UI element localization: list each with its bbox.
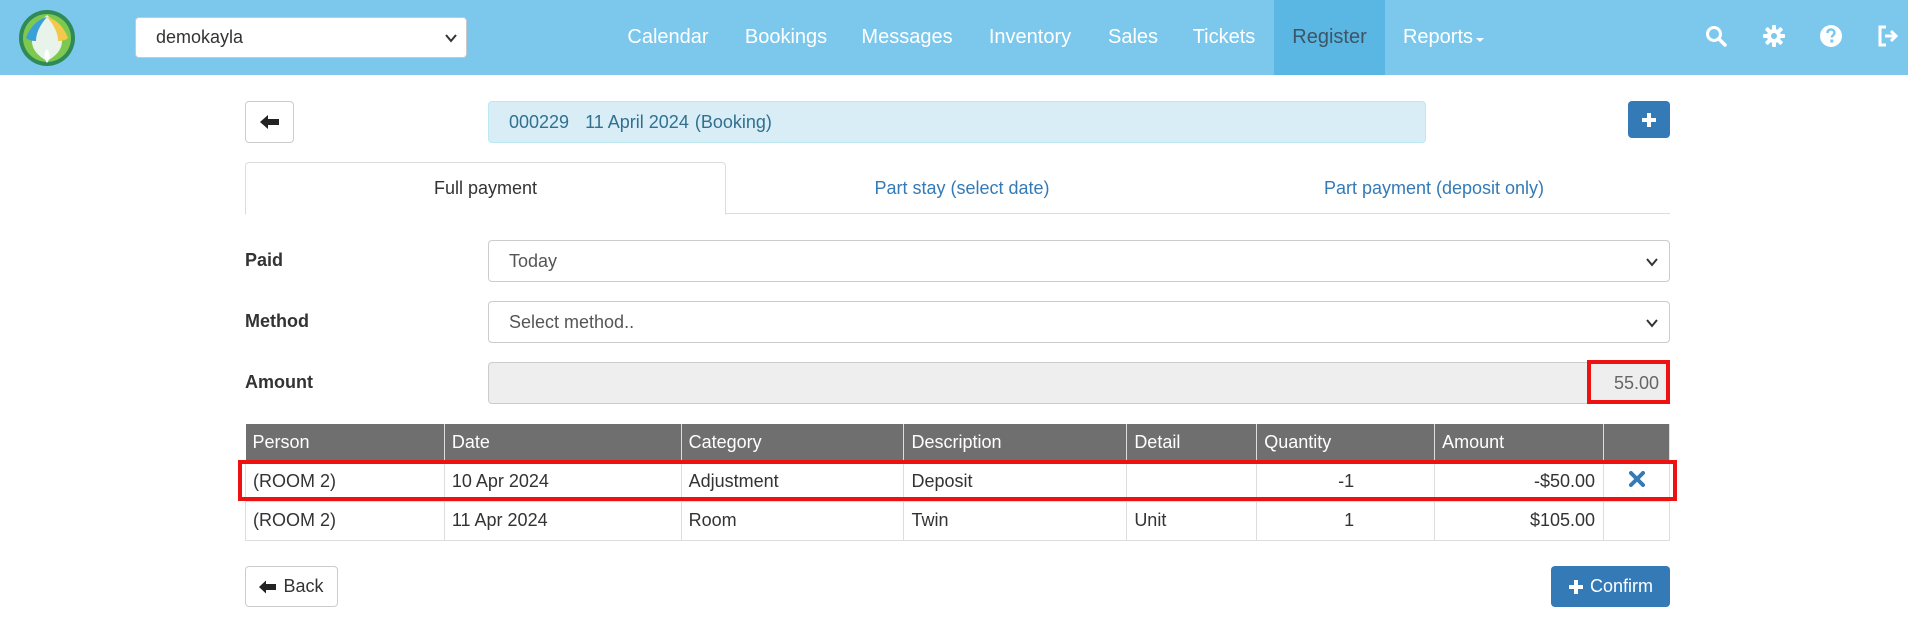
organization-select[interactable]: demokayla [135, 17, 467, 58]
chevron-down-icon [445, 34, 457, 43]
method-select[interactable]: Select method.. [488, 301, 1670, 343]
column-header-description: Description [903, 424, 1128, 462]
confirm-button-label: Confirm [1589, 576, 1653, 596]
gear-icon[interactable] [1762, 24, 1786, 48]
column-header-actions [1603, 424, 1670, 462]
column-header-quantity: Quantity [1256, 424, 1436, 462]
search-icon[interactable] [1704, 24, 1728, 48]
booking-number: 000229 [509, 111, 570, 132]
chevron-down-icon [1646, 319, 1658, 328]
nav-reports[interactable]: Reports [1398, 0, 1490, 75]
back-arrow-button[interactable] [245, 101, 294, 143]
nav-sales[interactable]: Sales [1100, 0, 1166, 75]
app-logo[interactable] [18, 9, 76, 67]
cell-person: (ROOM 2) [245, 500, 445, 541]
cell-date: 11 Apr 2024 [443, 500, 682, 541]
method-label: Method [245, 311, 309, 331]
confirm-button[interactable]: Confirm [1551, 566, 1670, 607]
chevron-down-icon [1646, 258, 1658, 267]
column-header-amount: Amount [1434, 424, 1605, 462]
tab-full-payment[interactable]: Full payment [245, 162, 726, 215]
back-button[interactable]: Back [245, 566, 338, 607]
plus-icon [1568, 579, 1584, 595]
row-highlight-box [238, 460, 1677, 501]
tab-part-payment[interactable]: Part payment (deposit only) [1198, 162, 1670, 214]
booking-date: 11 April 2024 [585, 111, 689, 132]
plus-icon [1642, 112, 1656, 127]
booking-info-bar[interactable]: 000229 11 April 2024 (Booking) [488, 101, 1426, 143]
paid-select[interactable]: Today [488, 240, 1670, 282]
logout-icon[interactable] [1876, 24, 1900, 48]
help-icon[interactable] [1819, 24, 1843, 48]
nav-bookings[interactable]: Bookings [736, 0, 836, 75]
nav-tickets[interactable]: Tickets [1182, 0, 1266, 75]
cell-category: Room [680, 500, 905, 541]
arrow-left-icon [259, 115, 279, 129]
table-header-row: Person Date Category Description Detail … [245, 424, 1670, 462]
table-row: (ROOM 2) 11 Apr 2024 Room Twin Unit 1 $1… [245, 500, 1670, 541]
paid-label: Paid [245, 250, 284, 270]
cell-actions [1603, 500, 1670, 541]
payment-tabs: Full payment Part stay (select date) Par… [245, 162, 1670, 215]
cell-amount: $105.00 [1434, 500, 1605, 541]
cell-detail: Unit [1126, 500, 1258, 541]
column-header-date: Date [444, 424, 682, 462]
column-header-person: Person [245, 424, 445, 462]
booking-type: (Booking) [694, 111, 772, 132]
cell-quantity: 1 [1256, 500, 1436, 541]
paid-select-value: Today [509, 250, 558, 271]
add-button[interactable] [1628, 101, 1670, 138]
nav-calendar[interactable]: Calendar [614, 0, 722, 75]
nav-register[interactable]: Register [1274, 0, 1385, 75]
caret-down-icon [1476, 37, 1485, 42]
cell-description: Twin [903, 500, 1128, 541]
nav-reports-label: Reports [1402, 26, 1474, 48]
column-header-detail: Detail [1126, 424, 1258, 462]
top-navbar: demokayla Calendar Bookings Messages Inv… [0, 0, 1908, 75]
amount-field: 55.00 [488, 362, 1670, 404]
column-header-category: Category [681, 424, 905, 462]
amount-label: Amount [245, 372, 313, 392]
organization-select-value: demokayla [156, 27, 244, 47]
nav-inventory[interactable]: Inventory [978, 0, 1082, 75]
arrow-left-icon [259, 580, 277, 594]
tab-part-stay[interactable]: Part stay (select date) [726, 162, 1198, 214]
nav-messages[interactable]: Messages [854, 0, 960, 75]
amount-highlight-box [1587, 360, 1670, 404]
method-select-value: Select method.. [509, 311, 635, 332]
back-button-label: Back [283, 576, 324, 596]
